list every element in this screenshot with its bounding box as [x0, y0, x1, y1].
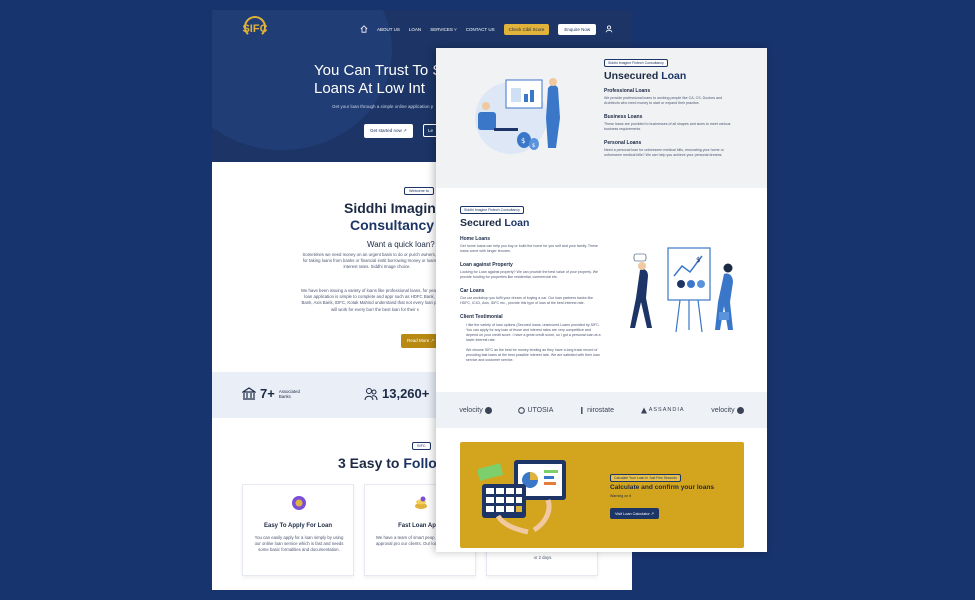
- utosia-icon: [518, 406, 526, 414]
- unsecured-illustration: $$: [475, 78, 560, 154]
- step-card-1-text: You can easily apply for a loan simply b…: [254, 535, 344, 553]
- unsecured-item-1-heading: Professional Loans: [604, 88, 651, 94]
- nav-services[interactable]: SERVICES ˅: [430, 27, 457, 32]
- secured-item-2-text: Looking for Loan against property? We ca…: [460, 270, 599, 279]
- steps-title: 3 Easy to Follo: [338, 455, 437, 471]
- unsecured-item-3-heading: Personal Loans: [604, 140, 642, 146]
- step-card-1: Easy To Apply For Loan You can easily ap…: [242, 484, 354, 576]
- svg-text:$: $: [532, 143, 535, 149]
- step-card-3-text: or 2 days.: [533, 555, 553, 560]
- unsecured-item-1-text: We provide professional loans to working…: [604, 96, 722, 105]
- unsecured-title: Unsecured Loan: [604, 70, 686, 82]
- unsecured-loan-section: $ $ Siddhi Imagine Fintech Consultancy Un…: [436, 48, 767, 188]
- about-question: Want a quick loan? C: [367, 240, 443, 249]
- secured-title-a: Secured: [460, 217, 505, 229]
- about-paragraph-1: Sometimes we need money on an urgent bas…: [302, 252, 452, 270]
- svg-text:$: $: [696, 256, 700, 264]
- brand-velocity-2-text: velocity: [711, 406, 735, 414]
- stat-customers-number: 13,260+: [382, 386, 430, 401]
- bank-icon: [242, 386, 256, 400]
- apply-icon: [292, 496, 306, 510]
- testimonial-2: We choose SIFC as the best for money len…: [466, 348, 600, 362]
- stat-banks-number: 7+: [260, 386, 275, 401]
- loan-calculator-banner: Calculate Your Loan In Just Few Seconds …: [460, 442, 744, 548]
- brand-velocity-1-text: velocity: [459, 406, 483, 414]
- secured-title: Secured Loan: [460, 217, 529, 229]
- logo-text: SIFC: [242, 23, 268, 35]
- secured-item-3-text: Our car workshop you fulfil your dream o…: [460, 296, 594, 305]
- brand-nirostate-text: nirostate: [587, 406, 614, 414]
- home-icon[interactable]: [360, 25, 368, 33]
- brand-velocity-2: velocity: [711, 406, 744, 414]
- step-card-1-title: Easy To Apply For Loan: [263, 523, 332, 529]
- testimonial-1: I like the variety of loan options (Secu…: [466, 323, 601, 342]
- secured-tag: Siddhi Imagine Fintech Consultancy: [460, 206, 524, 214]
- coins-icon: [415, 496, 427, 509]
- velocity-icon: [736, 406, 744, 414]
- main-nav: ABOUT US LOAN SERVICES ˅ CONTACT US Chec…: [360, 22, 613, 36]
- brand-utosia: UTOSIA: [518, 407, 553, 414]
- loans-page-screenshot: $ $ Siddhi Imagine Fintech Consultancy Un…: [436, 48, 767, 552]
- users-icon: [364, 387, 378, 400]
- testimonial-heading: Client Testimonial: [460, 314, 503, 320]
- welcome-badge: Welcome to: [404, 187, 434, 195]
- secured-item-1-heading: Home Loans: [460, 236, 491, 242]
- unsecured-title-a: Unsecured: [604, 70, 662, 82]
- calculator-illustration: [478, 460, 566, 535]
- unsecured-item-2-text: These loans are provided to businesses o…: [604, 122, 731, 131]
- steps-title-b: Follo: [403, 455, 437, 471]
- nav-contact[interactable]: CONTACT US: [466, 27, 495, 32]
- enquire-button[interactable]: Enquire Now: [558, 23, 597, 35]
- nirostate-icon: [581, 406, 583, 414]
- stat-banks: 7+ Associated Banks: [242, 386, 305, 401]
- brand-assandia: ASSANDIA: [640, 407, 685, 414]
- hero-subtitle: Get your loan through a simple online ap…: [332, 104, 434, 109]
- user-icon[interactable]: [605, 25, 613, 33]
- about-paragraph-2: We have been issuing a variety of loans …: [300, 288, 449, 312]
- sifc-badge: SIFC: [412, 442, 431, 450]
- calculator-subtitle: Warning on it: [610, 494, 632, 498]
- stat-customers: 13,260+: [364, 386, 429, 401]
- secured-item-1-text: Get home loans can help you buy or build…: [460, 244, 598, 253]
- nav-about[interactable]: ABOUT US: [377, 27, 400, 32]
- secured-title-b: Loan: [504, 217, 530, 229]
- unsecured-tag: Siddhi Imagine Fintech Consultancy: [604, 59, 668, 67]
- velocity-icon: [484, 406, 492, 414]
- read-more-button[interactable]: Read More ↗: [401, 334, 441, 348]
- brand-assandia-text: ASSANDIA: [648, 407, 685, 413]
- brand-velocity-1: velocity: [459, 406, 492, 414]
- partner-logos: velocity UTOSIA nirostate ASSANDIA veloc…: [436, 392, 767, 428]
- assandia-icon: [640, 407, 647, 413]
- brand-utosia-text: UTOSIA: [527, 406, 554, 414]
- steps-title-a: 3 Easy to: [338, 455, 404, 471]
- get-started-button[interactable]: Get started now ↗: [364, 124, 413, 138]
- sifc-logo[interactable]: SIFC: [240, 16, 270, 42]
- about-title-line2: Consultancy: [350, 217, 435, 233]
- calculator-title: Calculate and confirm your loans: [610, 484, 715, 491]
- unsecured-item-3-text: Need a personal loan for unforeseen medi…: [604, 148, 724, 157]
- svg-text:$: $: [521, 137, 525, 145]
- brand-nirostate: nirostate: [580, 406, 614, 414]
- unsecured-title-b: Loan: [661, 70, 687, 82]
- secured-item-2-heading: Loan against Property: [460, 262, 513, 268]
- check-cibil-button[interactable]: Check Cibil Score: [503, 23, 550, 35]
- unsecured-item-2-heading: Business Loans: [604, 114, 643, 120]
- nav-loan[interactable]: LOAN: [409, 27, 421, 32]
- calculator-tag: Calculate Your Loan In Just Few Seconds: [610, 474, 681, 482]
- visit-calculator-button[interactable]: Visit Loan Calculator ↗: [610, 508, 659, 519]
- stat-banks-label: Associated Banks: [278, 388, 300, 399]
- secured-illustration: $: [630, 247, 733, 333]
- secured-item-3-heading: Car Loans: [460, 288, 485, 294]
